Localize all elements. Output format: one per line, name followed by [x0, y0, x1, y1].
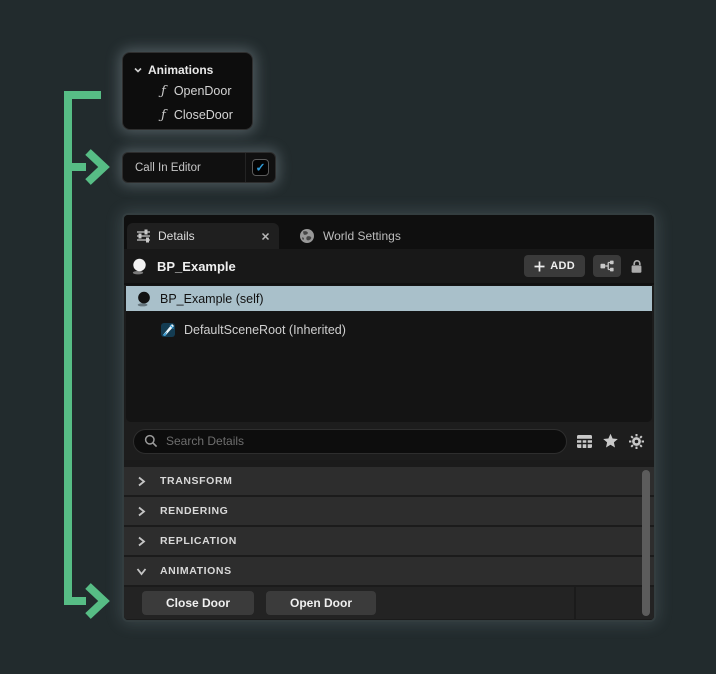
details-object-header: BP_Example ADD	[124, 249, 654, 285]
chevron-down-icon	[132, 65, 144, 75]
vertical-scrollbar[interactable]	[642, 470, 650, 616]
call-in-editor-checkbox[interactable]: ✓	[252, 159, 269, 176]
component-tree: BP_Example (self) DefaultSceneRoot (Inhe…	[126, 285, 652, 422]
tree-row-defaultsceneroot[interactable]: DefaultSceneRoot (Inherited)	[126, 317, 652, 342]
edit-blueprint-button[interactable]	[593, 255, 621, 277]
tab-details[interactable]: Details	[127, 223, 279, 249]
search-details-input[interactable]: Search Details	[133, 429, 567, 454]
section-animations[interactable]: ANIMATIONS	[124, 557, 654, 585]
check-icon: ✓	[255, 161, 265, 173]
animations-menu-title: Animations	[148, 63, 213, 77]
tree-row-bp-example-self[interactable]: BP_Example (self)	[126, 286, 652, 311]
settings-gear-icon[interactable]	[628, 433, 645, 450]
divider	[245, 153, 246, 182]
chevron-right-icon	[135, 506, 147, 517]
call-in-editor-row: Call In Editor ✓	[122, 152, 276, 183]
tree-row-label: DefaultSceneRoot (Inherited)	[184, 323, 346, 337]
details-sliders-icon	[136, 229, 151, 243]
close-door-button[interactable]: Close Door	[142, 591, 254, 615]
section-replication[interactable]: REPLICATION	[124, 527, 654, 555]
scene-component-icon	[160, 322, 176, 338]
search-icon	[144, 434, 158, 448]
section-transform[interactable]: TRANSFORM	[124, 467, 654, 495]
menu-item-opendoor[interactable]: ƒ OpenDoor	[123, 79, 252, 103]
actor-sphere-icon	[131, 258, 148, 275]
function-icon: ƒ	[161, 85, 166, 98]
tab-world-settings[interactable]: World Settings	[285, 223, 415, 249]
details-sections: TRANSFORM RENDERING REPLICATION ANIMATIO…	[124, 460, 654, 622]
lock-button[interactable]	[630, 259, 643, 274]
add-component-button[interactable]: ADD	[524, 255, 585, 277]
tree-row-label: BP_Example (self)	[160, 292, 264, 306]
animations-menu-header[interactable]: Animations	[123, 61, 252, 79]
plus-icon	[534, 261, 545, 272]
section-rendering[interactable]: RENDERING	[124, 497, 654, 525]
details-tabbar: Details World Settings	[124, 215, 654, 249]
globe-icon	[299, 228, 315, 244]
object-title: BP_Example	[157, 259, 524, 274]
close-icon[interactable]	[261, 232, 270, 241]
call-in-editor-label: Call In Editor	[123, 162, 245, 174]
tab-world-settings-label: World Settings	[323, 229, 401, 243]
search-placeholder: Search Details	[166, 434, 244, 448]
column-divider	[574, 587, 576, 619]
chevron-right-icon	[135, 536, 147, 547]
menu-item-closedoor[interactable]: ƒ CloseDoor	[123, 103, 252, 127]
details-search-row: Search Details	[124, 422, 654, 460]
details-panel: Details World Settings BP_Examp	[122, 213, 656, 622]
chevron-down-icon	[135, 567, 147, 576]
unreal-editor-screenshot: Animations ƒ OpenDoor ƒ CloseDoor Call I…	[0, 0, 716, 674]
chevron-right-icon	[135, 476, 147, 487]
blueprint-hierarchy-icon	[599, 258, 615, 274]
favorites-star-icon[interactable]	[602, 433, 619, 449]
open-door-button[interactable]: Open Door	[266, 591, 376, 615]
property-matrix-icon[interactable]	[576, 434, 593, 449]
animation-buttons-row: Close Door Open Door	[124, 587, 654, 619]
search-toolbar	[576, 433, 645, 450]
actor-sphere-icon	[136, 291, 152, 307]
unlock-icon	[630, 259, 643, 274]
tab-details-label: Details	[158, 229, 254, 243]
animations-context-menu: Animations ƒ OpenDoor ƒ CloseDoor	[122, 52, 253, 130]
function-icon: ƒ	[161, 109, 166, 122]
